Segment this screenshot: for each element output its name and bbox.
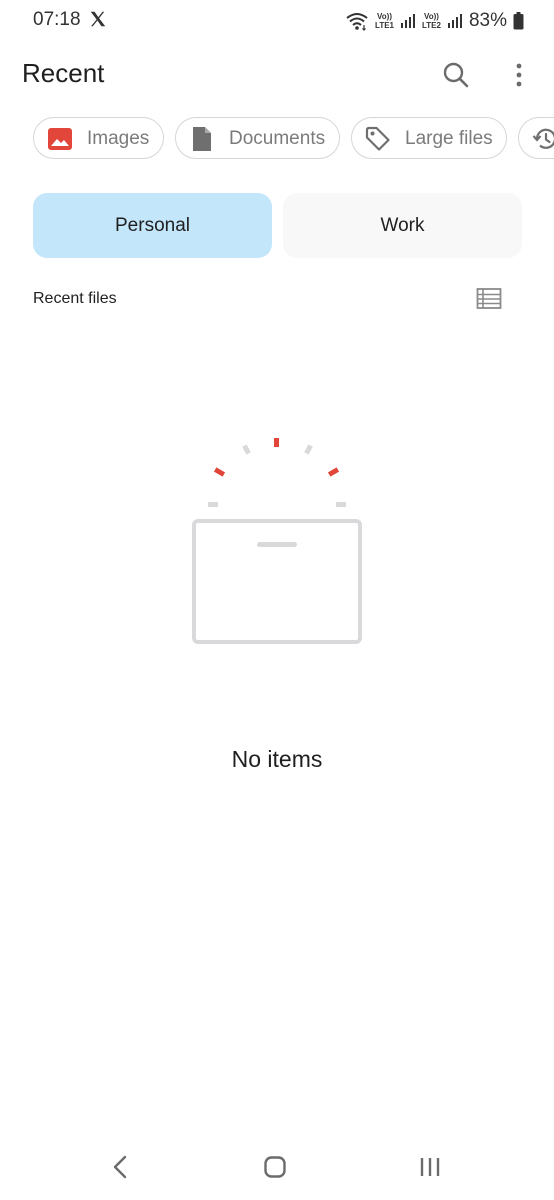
status-bar: 07:18 Vo)) LTE1 Vo)) LTE2 83% [0,0,554,42]
empty-state-message: No items [231,746,323,772]
chip-label: Large files [405,128,493,149]
chip-images[interactable]: Images [33,117,164,159]
back-icon[interactable] [108,1154,134,1180]
lte1-indicator: Vo)) LTE1 [375,12,394,30]
home-icon[interactable] [262,1154,288,1180]
search-icon[interactable] [441,60,471,90]
wifi-icon [346,13,368,31]
image-icon [48,128,72,150]
list-view-icon[interactable] [476,287,502,311]
chip-documents[interactable]: Documents [175,117,340,159]
tab-personal[interactable]: Personal [33,193,272,258]
page-title: Recent [22,58,105,88]
lte2-indicator: Vo)) LTE2 [422,12,441,30]
x-app-icon [90,11,106,27]
chip-large-files[interactable]: Large files [351,117,507,159]
chip-label: Documents [229,128,326,149]
battery-percent: 83% [468,10,507,31]
chip-history[interactable] [518,117,554,159]
status-time: 07:18 [33,9,81,30]
status-indicators: Vo)) LTE1 Vo)) LTE2 83% [345,8,524,34]
recent-apps-icon[interactable] [417,1154,443,1180]
tag-icon [365,126,390,151]
document-icon [193,127,211,151]
chip-label: Images [87,128,150,149]
battery-icon [513,12,524,30]
signal-icon-2 [447,14,462,28]
more-options-icon[interactable] [506,60,532,90]
empty-box-illustration [192,438,362,644]
signal-icon-1 [401,14,415,28]
tab-work[interactable]: Work [283,193,522,258]
history-icon [532,128,554,149]
category-chips: Images Documents Large files [0,117,554,163]
section-label: Recent files [33,290,117,307]
